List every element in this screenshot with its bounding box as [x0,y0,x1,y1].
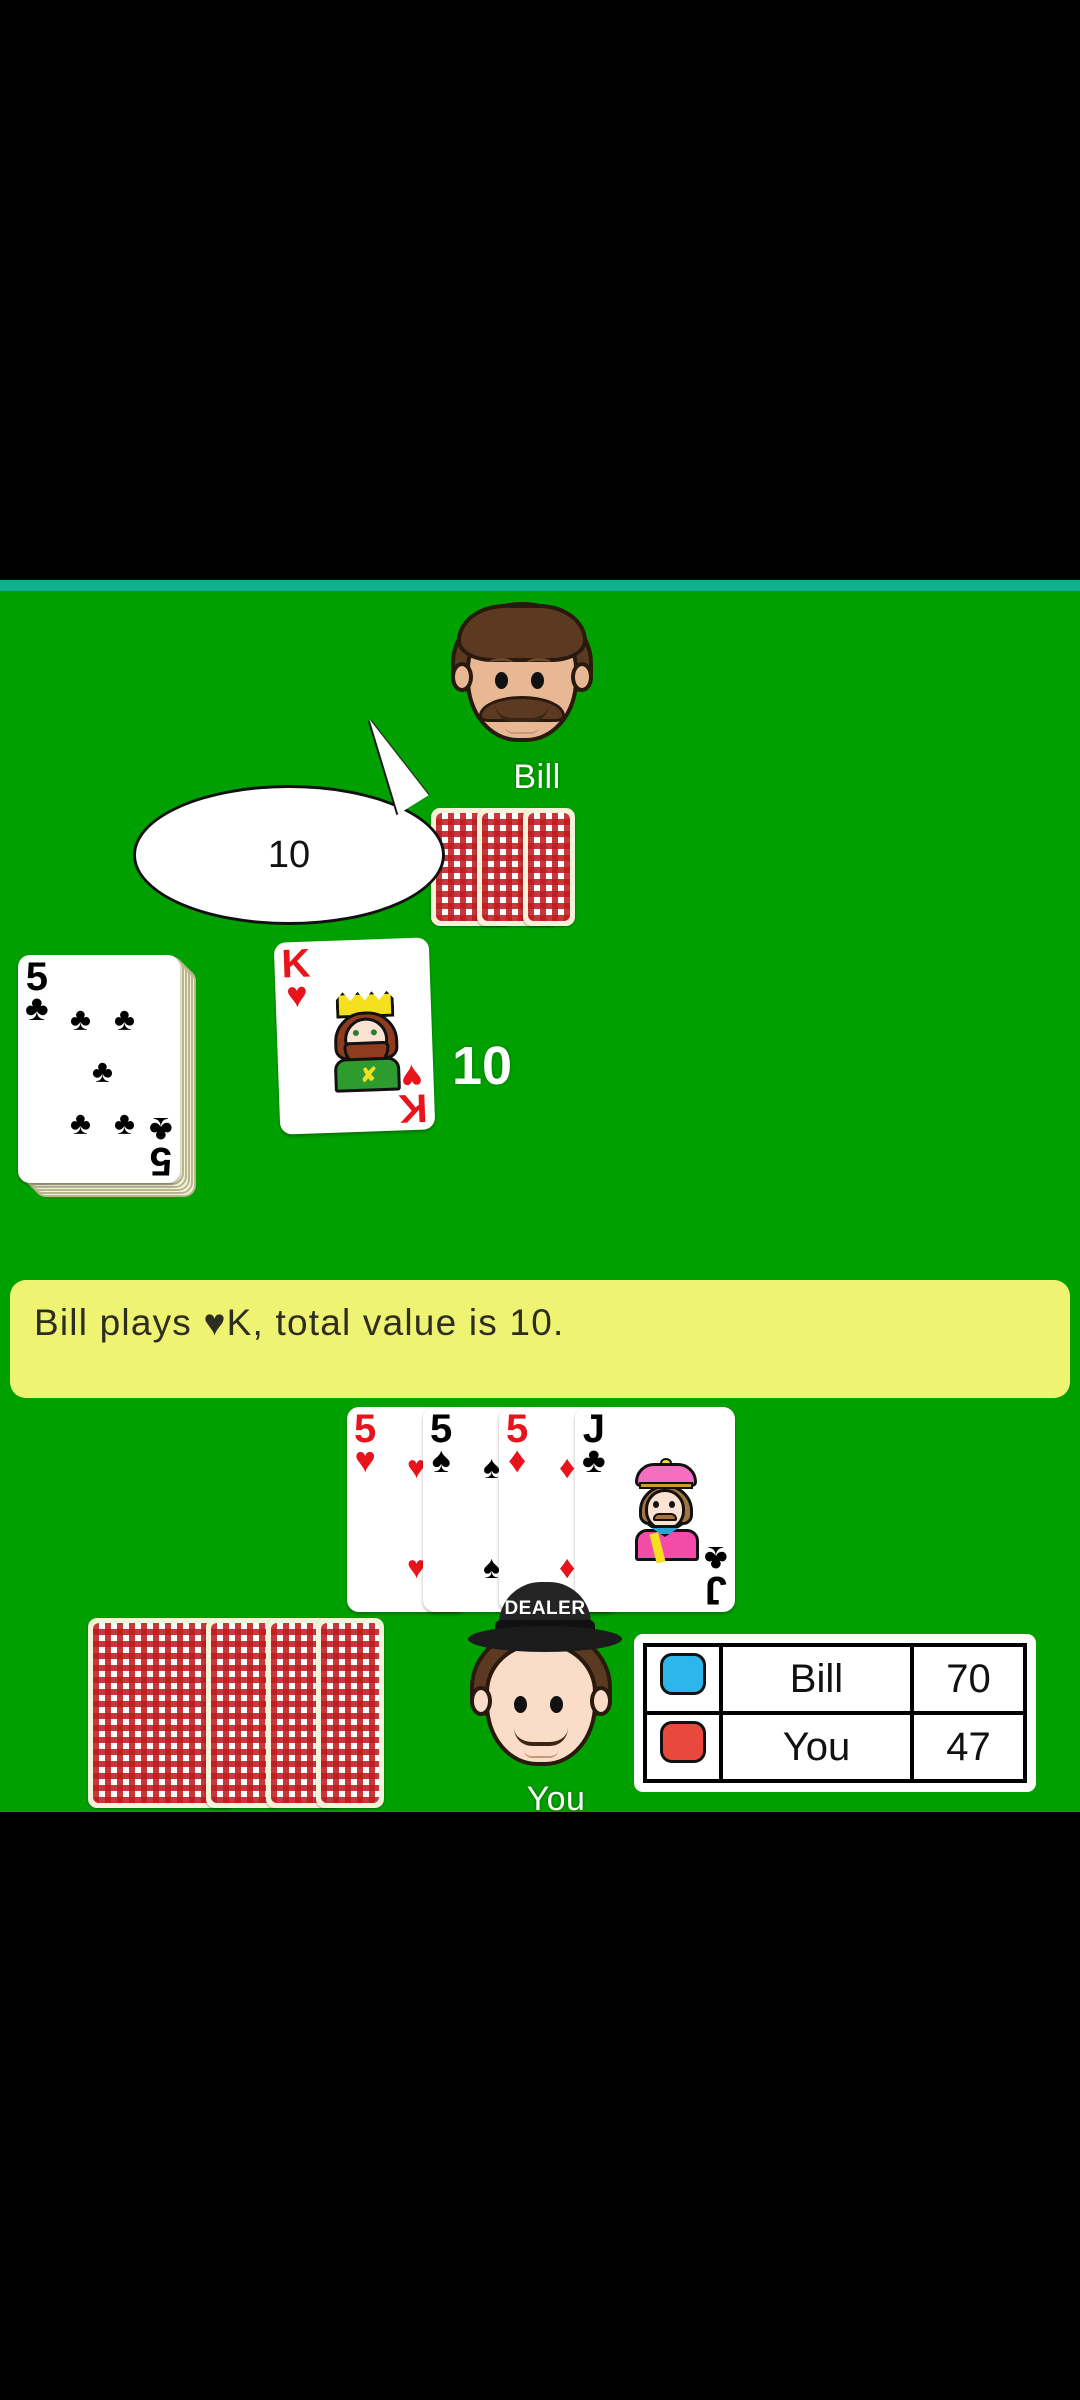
player-name-label: You [526,1780,586,1818]
hearts-icon: ♥ [285,973,309,1016]
opponent-area: Bill [431,600,627,930]
card-corner-top: J ♣ [582,1409,606,1480]
clubs-pip-icon: ♣ [92,1053,113,1089]
opponent-card-back [523,808,575,926]
jack-figure-icon [627,1458,707,1564]
player-color-swatch [660,1721,706,1763]
clubs-icon: ♣ [582,1438,606,1480]
clubs-icon: ♣ [704,1539,728,1581]
scoreboard-player-name: Bill [719,1643,914,1715]
eyebrow-left-icon [489,658,513,667]
pile-top-card[interactable]: 5 ♣ 5 ♣ ♣ ♣ ♣ ♣ ♣ [18,955,180,1183]
face-icon [485,1642,597,1766]
dealer-badge-label: DEALER [504,1598,586,1619]
card-corner-top: K ♥ [281,942,312,1016]
opponent-avatar [447,600,597,750]
card-corner-top: 5 ♠ [430,1409,452,1480]
clubs-pip-icon: ♣ [114,1105,135,1141]
card-corner-top: 5 ♥ [354,1409,376,1480]
spades-pip-icon: ♠ [483,1449,500,1485]
robe-emblem-icon: ✘ [360,1064,378,1087]
chin-icon [505,726,539,734]
card-corner-top: 5 ♦ [506,1409,528,1480]
scoreboard-player-score: 47 [909,1711,1028,1783]
king-figure-icon: ✘ [323,990,408,1093]
dealer-hat-icon: DEALER [468,1582,622,1656]
card-corner-bottom: 5 ♣ [149,1110,173,1183]
player-color-swatch-cell [642,1711,724,1783]
player-color-swatch [660,1653,706,1695]
eye-left-icon [514,1696,527,1713]
card-corner-top: 5 ♣ [25,957,49,1028]
mustache-icon [653,1513,677,1521]
clubs-icon: ♣ [25,986,49,1028]
speech-bubble-text: 10 [267,833,311,876]
played-card-value-label: 10 [452,1036,513,1096]
eye-left-icon [495,672,508,689]
ear-left-icon [451,662,473,692]
player-area: DEALER You [466,1582,646,1818]
hat-band-icon [639,1482,693,1489]
clubs-icon: ♣ [149,1110,173,1152]
clubs-pip-icon: ♣ [114,1001,135,1037]
scoreboard-row-bill: Bill 70 [642,1643,1028,1715]
eye-right-icon [531,672,544,689]
chin-icon [524,1750,558,1758]
message-text: Bill plays ♥K, total value is 10. [34,1302,565,1343]
diamonds-icon: ♦ [507,1438,527,1480]
card-corner-bottom: J ♣ [704,1539,728,1612]
spades-pip-icon: ♠ [483,1549,500,1585]
scoreboard-player-name: You [719,1711,914,1783]
diamonds-pip-icon: ♦ [559,1449,576,1485]
game-screen: Bill 10 5 ♣ 5 ♣ ♣ ♣ ♣ ♣ ♣ K ♥ K ♥ ✘ 10 B… [0,0,1080,2400]
face-icon [645,1489,685,1531]
eye-right-icon [550,1696,563,1713]
eye-right-icon [669,1501,675,1508]
hair-front-icon [457,604,587,662]
diamonds-pip-icon: ♦ [559,1549,576,1585]
played-card: K ♥ K ♥ ✘ [273,937,436,1135]
message-bar: Bill plays ♥K, total value is 10. [10,1280,1070,1398]
hearts-icon: ♥ [354,1438,376,1480]
player-card-back[interactable] [316,1618,384,1808]
clubs-pip-icon: ♣ [70,1001,91,1037]
eyebrow-right-icon [527,658,551,667]
eye-left-icon [653,1501,659,1508]
clubs-pip-icon: ♣ [70,1105,91,1141]
spades-icon: ♠ [431,1438,451,1480]
hat-brim [468,1626,622,1652]
table-top-accent-strip [0,580,1080,591]
draw-pile[interactable]: 5 ♣ 5 ♣ ♣ ♣ ♣ ♣ ♣ [18,955,198,1205]
ear-right-icon [590,1686,612,1716]
scoreboard-player-score: 70 [909,1643,1028,1715]
scoreboard: Bill 70 You 47 [637,1637,1033,1789]
scoreboard-row-you: You 47 [642,1711,1028,1783]
ear-right-icon [571,662,593,692]
opponent-name-label: Bill [513,758,561,796]
ear-left-icon [470,1686,492,1716]
player-color-swatch-cell [642,1643,724,1715]
